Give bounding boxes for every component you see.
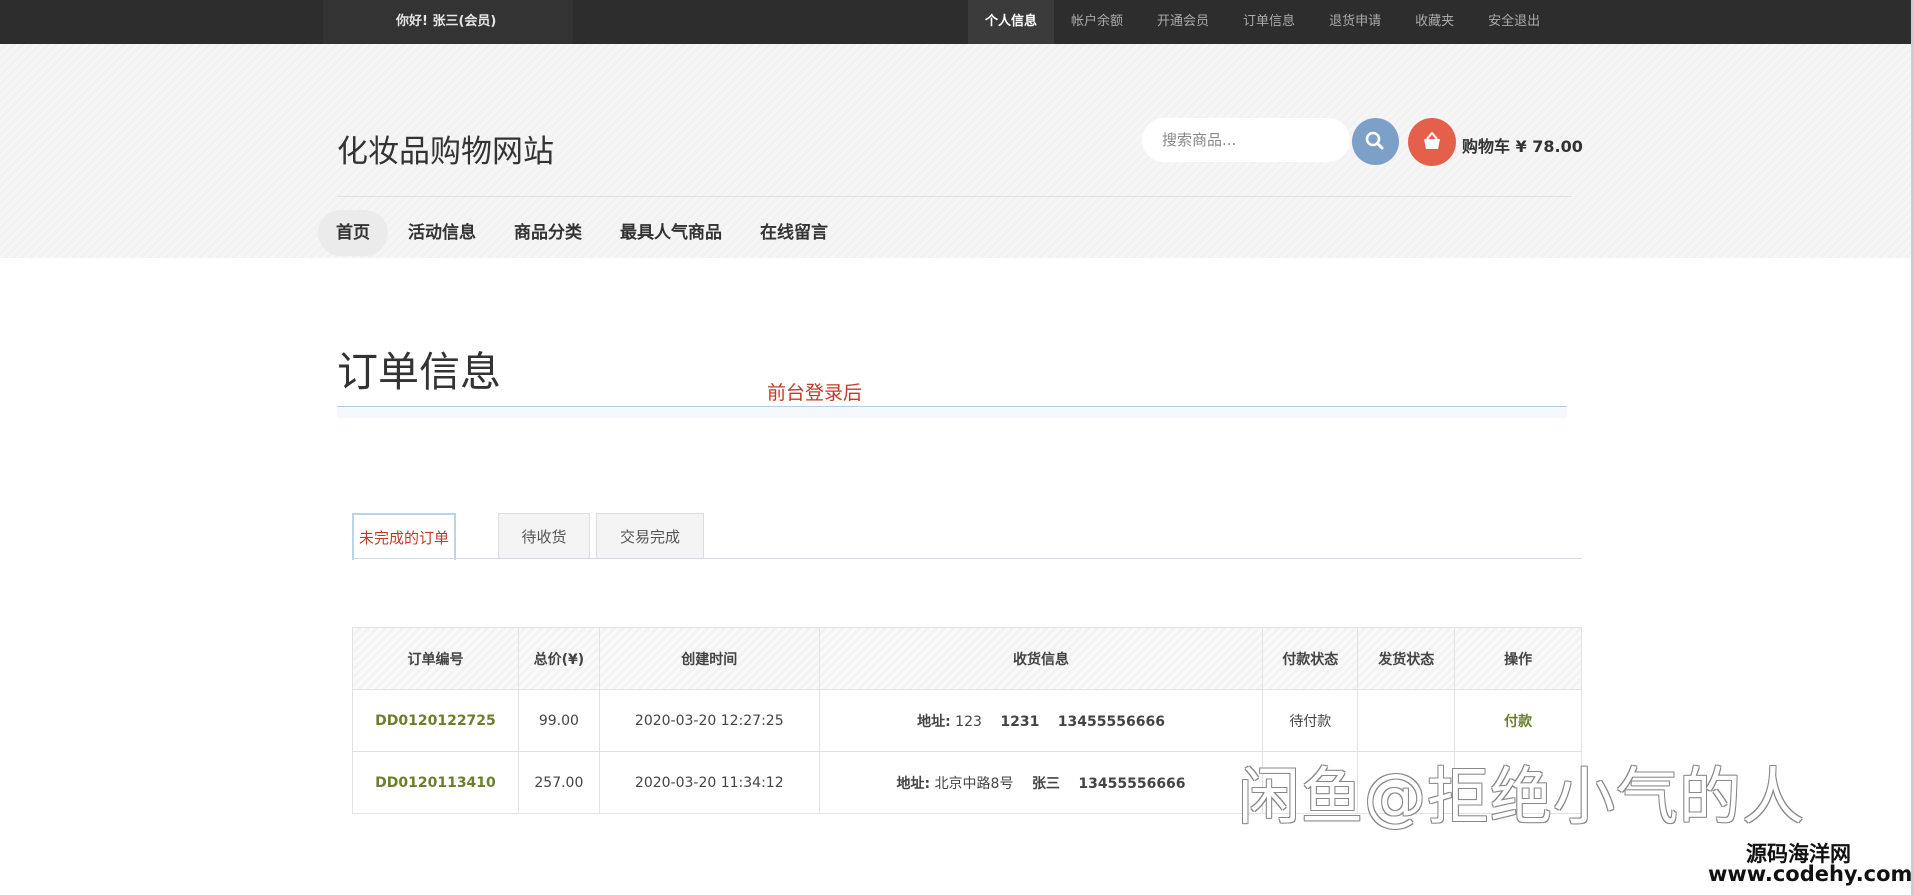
topnav-personal-info[interactable]: 个人信息 [968, 0, 1055, 44]
order-number-link[interactable]: DD0120113410 [375, 775, 496, 791]
search-button[interactable] [1352, 118, 1399, 165]
col-header-total: 总价(¥) [517, 627, 600, 690]
watermark-site-url: www.codehy.com [1708, 862, 1913, 886]
annotation-text: 前台登录后 [767, 382, 863, 404]
order-number-link[interactable]: DD0120122725 [375, 713, 496, 729]
tab-awaiting-receipt[interactable]: 待收货 [498, 513, 590, 559]
recipient-phone: 13455556666 [1057, 713, 1165, 730]
tab-completed[interactable]: 交易完成 [596, 513, 704, 559]
recipient-name: 1231 [1000, 713, 1040, 730]
site-title[interactable]: 化妆品购物网站 [337, 126, 554, 171]
order-created-time: 2020-03-20 11:34:12 [598, 751, 820, 814]
address-value: 北京中路8号 [934, 775, 1014, 792]
pay-button[interactable]: 付款 [1504, 714, 1532, 730]
site-header: 化妆品购物网站 搜索商品... 购物车 ¥ 78.00 首页 活动信息 商品分类… [0, 44, 1911, 258]
top-nav: 个人信息 帐户余额 开通会员 订单信息 退货申请 收藏夹 安全退出 [968, 0, 1557, 44]
search-icon [1365, 131, 1384, 150]
table-header-row: 订单编号 总价(¥) 创建时间 收货信息 付款状态 发货状态 操作 [352, 627, 1582, 690]
topnav-order-info[interactable]: 订单信息 [1226, 0, 1312, 44]
order-created-time: 2020-03-20 12:27:25 [598, 689, 820, 752]
tabs-divider [352, 558, 1582, 559]
top-bar: 你好! 张三(会员) 个人信息 帐户余额 开通会员 订单信息 退货申请 收藏夹 … [0, 0, 1911, 44]
nav-online-message[interactable]: 在线留言 [742, 210, 846, 256]
cart-button[interactable] [1408, 118, 1456, 166]
search-input[interactable]: 搜索商品... [1142, 118, 1350, 162]
watermark-overlay: 闲鱼@拒绝小气的人 [1238, 760, 1806, 833]
topnav-logout[interactable]: 安全退出 [1471, 0, 1557, 44]
search-placeholder: 搜索商品... [1162, 131, 1237, 149]
basket-icon [1424, 131, 1440, 149]
topnav-favorites[interactable]: 收藏夹 [1398, 0, 1471, 44]
col-header-order-no: 订单编号 [352, 627, 519, 690]
payment-status: 待付款 [1262, 689, 1359, 752]
table-row: DD0120122725 99.00 2020-03-20 12:27:25 地… [352, 689, 1582, 752]
nav-home[interactable]: 首页 [318, 210, 388, 256]
user-greeting: 你好! 张三(会员) [323, 0, 573, 44]
cart-total[interactable]: 购物车 ¥ 78.00 [1462, 133, 1583, 157]
topnav-account-balance[interactable]: 帐户余额 [1054, 0, 1140, 44]
order-total: 257.00 [517, 751, 600, 814]
col-header-action: 操作 [1454, 627, 1582, 690]
tab-unfinished-orders[interactable]: 未完成的订单 [352, 513, 456, 560]
address-label: 地址: [917, 713, 951, 730]
title-divider [337, 406, 1567, 418]
order-total: 99.00 [517, 689, 600, 752]
page-title: 订单信息 [337, 348, 501, 396]
shipping-info: 地址: 北京中路8号 张三 13455556666 [818, 751, 1264, 814]
topnav-open-membership[interactable]: 开通会员 [1140, 0, 1226, 44]
nav-popular-products[interactable]: 最具人气商品 [602, 210, 740, 256]
shipping-info: 地址: 123 1231 13455556666 [818, 689, 1264, 752]
col-header-payment-status: 付款状态 [1262, 627, 1359, 690]
page: 你好! 张三(会员) 个人信息 帐户余额 开通会员 订单信息 退货申请 收藏夹 … [0, 0, 1914, 895]
col-header-shipping-info: 收货信息 [818, 627, 1264, 690]
recipient-name: 张三 [1031, 775, 1060, 792]
header-divider [337, 196, 1572, 197]
nav-activities[interactable]: 活动信息 [390, 210, 494, 256]
nav-categories[interactable]: 商品分类 [496, 210, 600, 256]
col-header-created: 创建时间 [598, 627, 820, 690]
main-nav: 首页 活动信息 商品分类 最具人气商品 在线留言 [318, 210, 848, 258]
recipient-phone: 13455556666 [1078, 775, 1186, 792]
shipping-status [1357, 689, 1456, 752]
col-header-shipping-status: 发货状态 [1357, 627, 1456, 690]
address-value: 123 [955, 713, 982, 730]
address-label: 地址: [896, 775, 931, 792]
topnav-return-request[interactable]: 退货申请 [1312, 0, 1398, 44]
